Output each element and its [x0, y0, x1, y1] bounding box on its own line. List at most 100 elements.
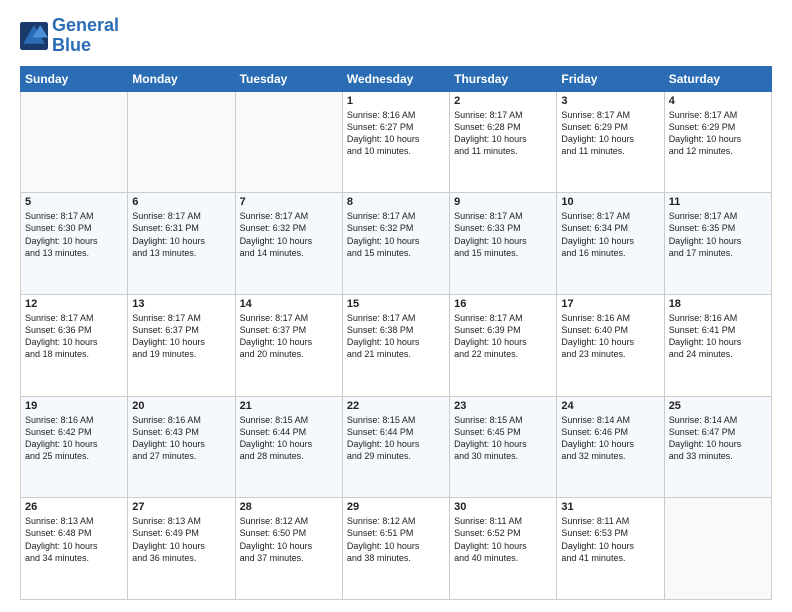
calendar-cell: 24 Sunrise: 8:14 AM Sunset: 6:46 PM Dayli…: [557, 396, 664, 498]
calendar-cell: 26Sunrise: 8:13 AM Sunset: 6:48 PM Dayli…: [21, 498, 128, 600]
day-number: 5: [25, 196, 123, 208]
day-info: Sunrise: 8:16 AM Sunset: 6:42 PM Dayligh…: [25, 414, 123, 463]
calendar-cell: 1 Sunrise: 8:16 AM Sunset: 6:27 PM Daylig…: [342, 91, 449, 193]
day-info: Sunrise: 8:15 AM Sunset: 6:44 PM Dayligh…: [240, 414, 338, 463]
day-number: 7: [240, 196, 338, 208]
calendar-week-row: 5 Sunrise: 8:17 AM Sunset: 6:30 PM Daylig…: [21, 193, 772, 295]
day-info: Sunrise: 8:17 AM Sunset: 6:28 PM Dayligh…: [454, 109, 552, 158]
day-info: Sunrise: 8:17 AM Sunset: 6:32 PM Dayligh…: [347, 210, 445, 259]
day-number: 17: [561, 298, 659, 310]
calendar-cell: 29 Sunrise: 8:12 AM Sunset: 6:51 PM Dayli…: [342, 498, 449, 600]
day-info: Sunrise: 8:16 AM Sunset: 6:27 PM Dayligh…: [347, 109, 445, 158]
day-number: 25: [669, 400, 767, 412]
weekday-header: Friday: [557, 66, 664, 91]
day-info: Sunrise: 8:17 AM Sunset: 6:39 PM Dayligh…: [454, 312, 552, 361]
day-number: 21: [240, 400, 338, 412]
day-number: 27: [132, 501, 230, 513]
day-info: Sunrise: 8:11 AM Sunset: 6:52 PM Dayligh…: [454, 515, 552, 564]
day-number: 26: [25, 501, 123, 513]
calendar-cell: 25 Sunrise: 8:14 AM Sunset: 6:47 PM Dayli…: [664, 396, 771, 498]
day-number: 4: [669, 95, 767, 107]
day-info: Sunrise: 8:17 AM Sunset: 6:35 PM Dayligh…: [669, 210, 767, 259]
day-number: 12: [25, 298, 123, 310]
day-info: Sunrise: 8:17 AM Sunset: 6:33 PM Dayligh…: [454, 210, 552, 259]
day-info: Sunrise: 8:15 AM Sunset: 6:45 PM Dayligh…: [454, 414, 552, 463]
calendar-table: SundayMondayTuesdayWednesdayThursdayFrid…: [20, 66, 772, 600]
day-number: 13: [132, 298, 230, 310]
calendar-week-row: 12 Sunrise: 8:17 AM Sunset: 6:36 PM Dayli…: [21, 294, 772, 396]
weekday-header: Saturday: [664, 66, 771, 91]
day-info: Sunrise: 8:16 AM Sunset: 6:40 PM Dayligh…: [561, 312, 659, 361]
calendar-cell: 13 Sunrise: 8:17 AM Sunset: 6:37 PM Dayli…: [128, 294, 235, 396]
calendar-cell: 21 Sunrise: 8:15 AM Sunset: 6:44 PM Dayli…: [235, 396, 342, 498]
day-info: Sunrise: 8:14 AM Sunset: 6:47 PM Dayligh…: [669, 414, 767, 463]
day-number: 14: [240, 298, 338, 310]
calendar-cell: [664, 498, 771, 600]
logo-icon: [20, 22, 48, 50]
calendar-cell: 14 Sunrise: 8:17 AM Sunset: 6:37 PM Dayli…: [235, 294, 342, 396]
calendar-cell: 23Sunrise: 8:15 AM Sunset: 6:45 PM Dayli…: [450, 396, 557, 498]
calendar-cell: 7 Sunrise: 8:17 AM Sunset: 6:32 PM Daylig…: [235, 193, 342, 295]
calendar-week-row: 1 Sunrise: 8:16 AM Sunset: 6:27 PM Daylig…: [21, 91, 772, 193]
calendar-week-row: 26Sunrise: 8:13 AM Sunset: 6:48 PM Dayli…: [21, 498, 772, 600]
day-info: Sunrise: 8:14 AM Sunset: 6:46 PM Dayligh…: [561, 414, 659, 463]
weekday-header: Tuesday: [235, 66, 342, 91]
day-number: 30: [454, 501, 552, 513]
calendar-cell: 28Sunrise: 8:12 AM Sunset: 6:50 PM Dayli…: [235, 498, 342, 600]
day-info: Sunrise: 8:16 AM Sunset: 6:41 PM Dayligh…: [669, 312, 767, 361]
calendar-cell: [21, 91, 128, 193]
calendar-cell: 2 Sunrise: 8:17 AM Sunset: 6:28 PM Daylig…: [450, 91, 557, 193]
day-number: 2: [454, 95, 552, 107]
calendar-cell: 16 Sunrise: 8:17 AM Sunset: 6:39 PM Dayli…: [450, 294, 557, 396]
day-info: Sunrise: 8:13 AM Sunset: 6:49 PM Dayligh…: [132, 515, 230, 564]
calendar-cell: 5 Sunrise: 8:17 AM Sunset: 6:30 PM Daylig…: [21, 193, 128, 295]
day-info: Sunrise: 8:17 AM Sunset: 6:38 PM Dayligh…: [347, 312, 445, 361]
weekday-header: Monday: [128, 66, 235, 91]
day-info: Sunrise: 8:17 AM Sunset: 6:37 PM Dayligh…: [132, 312, 230, 361]
day-number: 29: [347, 501, 445, 513]
weekday-header-row: SundayMondayTuesdayWednesdayThursdayFrid…: [21, 66, 772, 91]
day-number: 31: [561, 501, 659, 513]
weekday-header: Thursday: [450, 66, 557, 91]
day-number: 20: [132, 400, 230, 412]
day-info: Sunrise: 8:17 AM Sunset: 6:36 PM Dayligh…: [25, 312, 123, 361]
day-number: 18: [669, 298, 767, 310]
calendar-cell: 17 Sunrise: 8:16 AM Sunset: 6:40 PM Dayli…: [557, 294, 664, 396]
logo-line2: Blue: [52, 36, 119, 56]
header: General Blue: [20, 16, 772, 56]
calendar-cell: 12 Sunrise: 8:17 AM Sunset: 6:36 PM Dayli…: [21, 294, 128, 396]
day-info: Sunrise: 8:17 AM Sunset: 6:34 PM Dayligh…: [561, 210, 659, 259]
calendar-cell: 27 Sunrise: 8:13 AM Sunset: 6:49 PM Dayli…: [128, 498, 235, 600]
day-info: Sunrise: 8:17 AM Sunset: 6:30 PM Dayligh…: [25, 210, 123, 259]
calendar-cell: 8 Sunrise: 8:17 AM Sunset: 6:32 PM Daylig…: [342, 193, 449, 295]
logo-line1: General: [52, 16, 119, 36]
day-number: 22: [347, 400, 445, 412]
day-info: Sunrise: 8:17 AM Sunset: 6:29 PM Dayligh…: [669, 109, 767, 158]
day-number: 19: [25, 400, 123, 412]
day-info: Sunrise: 8:11 AM Sunset: 6:53 PM Dayligh…: [561, 515, 659, 564]
calendar-cell: 19 Sunrise: 8:16 AM Sunset: 6:42 PM Dayli…: [21, 396, 128, 498]
calendar-cell: 3Sunrise: 8:17 AM Sunset: 6:29 PM Daylig…: [557, 91, 664, 193]
weekday-header: Wednesday: [342, 66, 449, 91]
weekday-header: Sunday: [21, 66, 128, 91]
day-number: 9: [454, 196, 552, 208]
calendar-cell: 15Sunrise: 8:17 AM Sunset: 6:38 PM Dayli…: [342, 294, 449, 396]
calendar-cell: 9 Sunrise: 8:17 AM Sunset: 6:33 PM Daylig…: [450, 193, 557, 295]
day-number: 3: [561, 95, 659, 107]
day-number: 8: [347, 196, 445, 208]
calendar-cell: 22 Sunrise: 8:15 AM Sunset: 6:44 PM Dayli…: [342, 396, 449, 498]
day-number: 1: [347, 95, 445, 107]
day-number: 16: [454, 298, 552, 310]
day-info: Sunrise: 8:17 AM Sunset: 6:37 PM Dayligh…: [240, 312, 338, 361]
day-info: Sunrise: 8:17 AM Sunset: 6:32 PM Dayligh…: [240, 210, 338, 259]
day-number: 6: [132, 196, 230, 208]
day-number: 24: [561, 400, 659, 412]
calendar-cell: 10 Sunrise: 8:17 AM Sunset: 6:34 PM Dayli…: [557, 193, 664, 295]
logo: General Blue: [20, 16, 119, 56]
calendar-cell: 31 Sunrise: 8:11 AM Sunset: 6:53 PM Dayli…: [557, 498, 664, 600]
day-info: Sunrise: 8:12 AM Sunset: 6:51 PM Dayligh…: [347, 515, 445, 564]
day-number: 10: [561, 196, 659, 208]
day-info: Sunrise: 8:15 AM Sunset: 6:44 PM Dayligh…: [347, 414, 445, 463]
day-number: 28: [240, 501, 338, 513]
calendar-cell: 4 Sunrise: 8:17 AM Sunset: 6:29 PM Daylig…: [664, 91, 771, 193]
